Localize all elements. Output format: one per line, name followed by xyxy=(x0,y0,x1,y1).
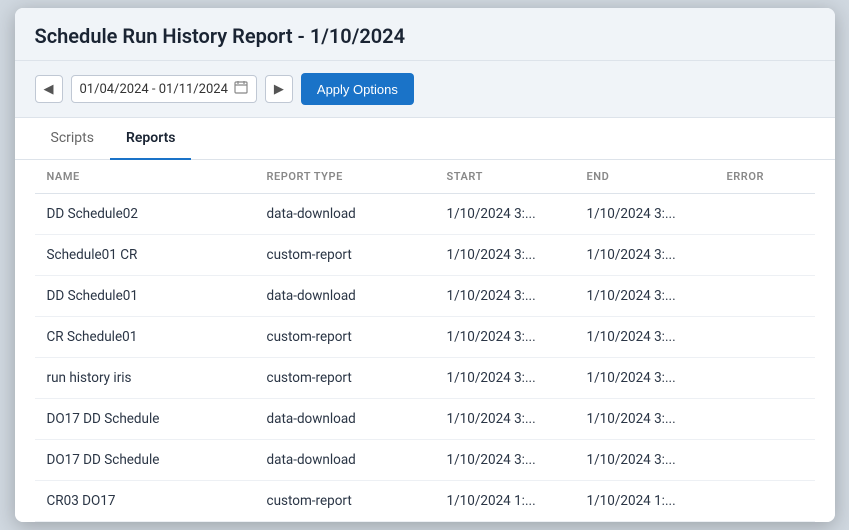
cell-name-2: DD Schedule01 xyxy=(35,276,255,317)
next-button[interactable]: ▶ xyxy=(265,75,293,103)
cell-error-2 xyxy=(715,276,815,317)
cell-end-2: 1/10/2024 3:... xyxy=(575,276,715,317)
cell-name-4: run history iris xyxy=(35,358,255,399)
table-row[interactable]: run history iriscustom-report1/10/2024 3… xyxy=(35,358,815,399)
cell-name-7: CR03 DO17 xyxy=(35,481,255,522)
cell-end-4: 1/10/2024 3:... xyxy=(575,358,715,399)
tab-reports[interactable]: Reports xyxy=(110,118,192,160)
table-row[interactable]: DD Schedule01data-download1/10/2024 3:..… xyxy=(35,276,815,317)
reports-table: NAME REPORT TYPE START END ERROR DD Sche… xyxy=(35,160,815,522)
date-range-display: 01/04/2024 - 01/11/2024 xyxy=(71,75,257,103)
cell-error-0 xyxy=(715,194,815,235)
toolbar: ◀ 01/04/2024 - 01/11/2024 ▶ Apply Option… xyxy=(15,61,835,118)
tabs-bar: Scripts Reports xyxy=(15,118,835,160)
cell-name-1: Schedule01 CR xyxy=(35,235,255,276)
col-header-error: ERROR xyxy=(715,160,815,194)
cell-report_type-4: custom-report xyxy=(255,358,435,399)
cell-report_type-0: data-download xyxy=(255,194,435,235)
col-header-report-type: REPORT TYPE xyxy=(255,160,435,194)
date-range-text: 01/04/2024 - 01/11/2024 xyxy=(80,82,228,97)
cell-report_type-2: data-download xyxy=(255,276,435,317)
apply-options-button[interactable]: Apply Options xyxy=(301,73,414,105)
cell-end-7: 1/10/2024 1:... xyxy=(575,481,715,522)
cell-error-6 xyxy=(715,440,815,481)
cell-report_type-5: data-download xyxy=(255,399,435,440)
table-row[interactable]: DO17 DD Scheduledata-download1/10/2024 3… xyxy=(35,440,815,481)
cell-error-7 xyxy=(715,481,815,522)
cell-start-1: 1/10/2024 3:... xyxy=(435,235,575,276)
col-header-start: START xyxy=(435,160,575,194)
table-row[interactable]: CR03 DO17custom-report1/10/2024 1:...1/1… xyxy=(35,481,815,522)
table-row[interactable]: Schedule01 CRcustom-report1/10/2024 3:..… xyxy=(35,235,815,276)
cell-start-6: 1/10/2024 3:... xyxy=(435,440,575,481)
cell-start-7: 1/10/2024 1:... xyxy=(435,481,575,522)
table-header-row: NAME REPORT TYPE START END ERROR xyxy=(35,160,815,194)
main-window: Schedule Run History Report - 1/10/2024 … xyxy=(15,8,835,522)
cell-error-3 xyxy=(715,317,815,358)
cell-start-5: 1/10/2024 3:... xyxy=(435,399,575,440)
cell-start-0: 1/10/2024 3:... xyxy=(435,194,575,235)
calendar-icon xyxy=(234,80,248,98)
page-title: Schedule Run History Report - 1/10/2024 xyxy=(35,24,815,48)
table-row[interactable]: DO17 DD Scheduledata-download1/10/2024 3… xyxy=(35,399,815,440)
cell-start-2: 1/10/2024 3:... xyxy=(435,276,575,317)
cell-end-1: 1/10/2024 3:... xyxy=(575,235,715,276)
cell-end-0: 1/10/2024 3:... xyxy=(575,194,715,235)
cell-start-4: 1/10/2024 3:... xyxy=(435,358,575,399)
cell-name-5: DO17 DD Schedule xyxy=(35,399,255,440)
title-bar: Schedule Run History Report - 1/10/2024 xyxy=(15,8,835,61)
prev-button[interactable]: ◀ xyxy=(35,75,63,103)
cell-end-3: 1/10/2024 3:... xyxy=(575,317,715,358)
cell-report_type-6: data-download xyxy=(255,440,435,481)
table-row[interactable]: CR Schedule01custom-report1/10/2024 3:..… xyxy=(35,317,815,358)
cell-end-5: 1/10/2024 3:... xyxy=(575,399,715,440)
cell-name-0: DD Schedule02 xyxy=(35,194,255,235)
col-header-name: NAME xyxy=(35,160,255,194)
cell-error-1 xyxy=(715,235,815,276)
cell-name-6: DO17 DD Schedule xyxy=(35,440,255,481)
col-header-end: END xyxy=(575,160,715,194)
cell-report_type-1: custom-report xyxy=(255,235,435,276)
cell-start-3: 1/10/2024 3:... xyxy=(435,317,575,358)
cell-error-5 xyxy=(715,399,815,440)
reports-table-container: NAME REPORT TYPE START END ERROR DD Sche… xyxy=(15,160,835,522)
cell-end-6: 1/10/2024 3:... xyxy=(575,440,715,481)
tab-scripts[interactable]: Scripts xyxy=(35,118,110,160)
cell-report_type-7: custom-report xyxy=(255,481,435,522)
table-row[interactable]: DD Schedule02data-download1/10/2024 3:..… xyxy=(35,194,815,235)
cell-error-4 xyxy=(715,358,815,399)
cell-report_type-3: custom-report xyxy=(255,317,435,358)
cell-name-3: CR Schedule01 xyxy=(35,317,255,358)
